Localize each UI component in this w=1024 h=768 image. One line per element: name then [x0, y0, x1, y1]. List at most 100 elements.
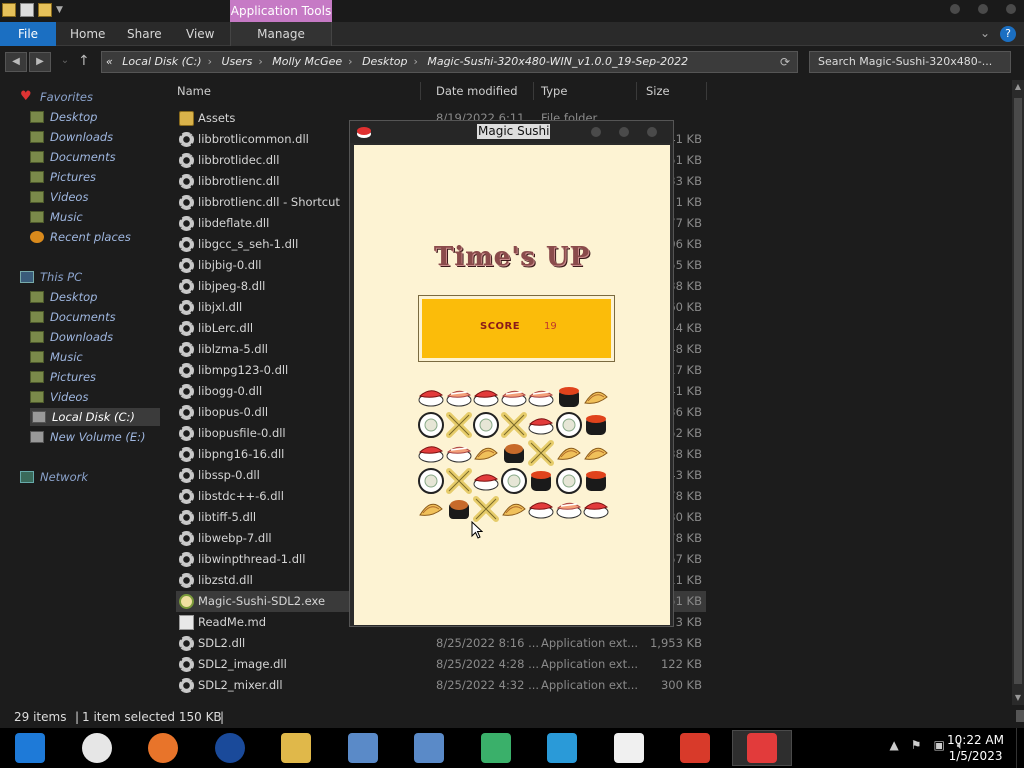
breadcrumb-folder[interactable]: Magic-Sushi-320x480-WIN_v1.0.0_19-Sep-20… [427, 55, 688, 68]
nav-pc-videos[interactable]: Videos [30, 388, 88, 406]
maki-roll-icon[interactable] [500, 467, 528, 495]
system-icon[interactable] [0, 730, 60, 766]
ikura-gunkan-icon[interactable] [555, 383, 583, 411]
magic-sushi-icon[interactable] [731, 730, 792, 766]
crossed-sticks-icon[interactable] [445, 467, 473, 495]
obama-logo-icon[interactable] [200, 730, 260, 766]
uni-gunkan-icon[interactable] [445, 495, 473, 523]
new-folder-icon[interactable] [38, 3, 52, 17]
tamago-icon[interactable] [555, 439, 583, 467]
users-icon[interactable] [466, 730, 526, 766]
chrome-icon[interactable] [67, 730, 127, 766]
nav-fav-recent[interactable]: Recent places [30, 228, 131, 246]
nav-pc-downloads[interactable]: Downloads [30, 328, 113, 346]
nav-fav-pictures[interactable]: Pictures [30, 168, 96, 186]
remote-desktop-2-icon[interactable] [399, 730, 459, 766]
tuna-nigiri-icon[interactable] [472, 383, 500, 411]
nav-pc-pictures[interactable]: Pictures [30, 368, 96, 386]
column-divider[interactable] [706, 82, 707, 100]
back-button[interactable]: ◀ [5, 52, 27, 72]
tab-manage[interactable]: Manage [230, 22, 332, 46]
customize-dropdown-icon[interactable]: ▼ [56, 3, 70, 17]
breadcrumb-users[interactable]: Users [222, 55, 253, 68]
network-tray-icon[interactable]: ▣ [933, 738, 944, 753]
expand-ribbon-icon[interactable]: ⌄ [980, 26, 990, 42]
breadcrumb-desktop[interactable]: Desktop [362, 55, 407, 68]
column-header-size[interactable]: Size [646, 84, 670, 102]
search-input[interactable]: Search Magic-Sushi-320x480-... [809, 51, 1011, 73]
nav-pc-music[interactable]: Music [30, 348, 83, 366]
game-maximize-button[interactable] [619, 127, 629, 137]
shrimp-nigiri-icon[interactable] [555, 495, 583, 523]
tamago-icon[interactable] [472, 439, 500, 467]
vertical-scrollbar[interactable]: ▲ ▼ [1012, 80, 1024, 705]
nav-fav-desktop[interactable]: Desktop [30, 108, 97, 126]
tamago-icon[interactable] [582, 439, 610, 467]
column-header-date[interactable]: Date modified [436, 84, 518, 102]
breadcrumb-user[interactable]: Molly McGee [272, 55, 342, 68]
refresh-icon[interactable]: ⟳ [774, 52, 796, 72]
tuna-nigiri-icon[interactable] [472, 467, 500, 495]
tamago-icon[interactable] [500, 495, 528, 523]
column-divider[interactable] [636, 82, 637, 100]
firefox-icon[interactable] [133, 730, 193, 766]
nav-fav-videos[interactable]: Videos [30, 188, 88, 206]
scroll-down-icon[interactable]: ▼ [1012, 691, 1024, 705]
clock[interactable]: 10:22 AM 1/5/2023 [947, 732, 1004, 764]
nav-favorites[interactable]: ♥ Favorites [20, 88, 93, 106]
tray-overflow-icon[interactable]: ▲ [889, 738, 898, 753]
game-canvas[interactable]: Time's UP SCORE 19 [354, 145, 670, 625]
column-divider[interactable] [533, 82, 534, 100]
ikura-gunkan-icon[interactable] [582, 467, 610, 495]
forward-button[interactable]: ▶ [29, 52, 51, 72]
7zip-icon[interactable] [599, 730, 659, 766]
maki-roll-icon[interactable] [417, 467, 445, 495]
maki-roll-icon[interactable] [555, 467, 583, 495]
action-center-flag-icon[interactable]: ⚑ [911, 738, 922, 753]
column-divider[interactable] [420, 82, 421, 100]
address-overflow-icon[interactable]: « [106, 55, 113, 68]
nav-pc-documents[interactable]: Documents [30, 308, 116, 326]
tab-share[interactable]: Share [127, 22, 162, 46]
maki-roll-icon[interactable] [555, 411, 583, 439]
nav-new-volume[interactable]: New Volume (E:) [30, 428, 146, 446]
maximize-button[interactable] [978, 4, 988, 14]
tab-view[interactable]: View [186, 22, 214, 46]
recent-locations-icon[interactable]: ⌄ [54, 52, 76, 72]
help-icon[interactable]: ? [1000, 26, 1016, 42]
shrimp-nigiri-icon[interactable] [500, 383, 528, 411]
file-row[interactable]: SDL2_image.dll 8/25/2022 4:28 ... Applicat… [176, 654, 706, 675]
file-row[interactable]: SDL2.dll 8/25/2022 8:16 ... Application ex… [176, 633, 706, 654]
uni-gunkan-icon[interactable] [500, 439, 528, 467]
tab-file[interactable]: File [0, 22, 56, 46]
crossed-sticks-icon[interactable] [445, 411, 473, 439]
scroll-up-icon[interactable]: ▲ [1012, 80, 1024, 94]
properties-icon[interactable] [20, 3, 34, 17]
up-arrow-icon[interactable]: ↑ [78, 53, 90, 69]
tuna-nigiri-icon[interactable] [417, 383, 445, 411]
nav-fav-documents[interactable]: Documents [30, 148, 116, 166]
tamago-icon[interactable] [582, 383, 610, 411]
shrimp-nigiri-icon[interactable] [445, 439, 473, 467]
crossed-sticks-icon[interactable] [500, 411, 528, 439]
minimize-button[interactable] [950, 4, 960, 14]
breadcrumb-local-disk[interactable]: Local Disk (C:) [122, 55, 201, 68]
shrimp-nigiri-icon[interactable] [527, 383, 555, 411]
show-desktop-button[interactable] [1016, 728, 1024, 768]
scrollbar-thumb[interactable] [1014, 98, 1022, 684]
column-header-name[interactable]: Name [177, 84, 211, 102]
game-minimize-button[interactable] [591, 127, 601, 137]
shrimp-nigiri-icon[interactable] [445, 383, 473, 411]
nav-fav-downloads[interactable]: Downloads [30, 128, 113, 146]
crossed-sticks-icon[interactable] [472, 495, 500, 523]
tuna-nigiri-icon[interactable] [527, 411, 555, 439]
tab-home[interactable]: Home [70, 22, 105, 46]
crossed-sticks-icon[interactable] [527, 439, 555, 467]
maki-roll-icon[interactable] [417, 411, 445, 439]
game-titlebar[interactable]: Magic Sushi [350, 121, 673, 143]
column-header-type[interactable]: Type [541, 84, 567, 102]
nav-pc-desktop[interactable]: Desktop [30, 288, 97, 306]
tuna-nigiri-icon[interactable] [527, 495, 555, 523]
game-close-button[interactable] [647, 127, 657, 137]
task-icon[interactable] [665, 730, 725, 766]
